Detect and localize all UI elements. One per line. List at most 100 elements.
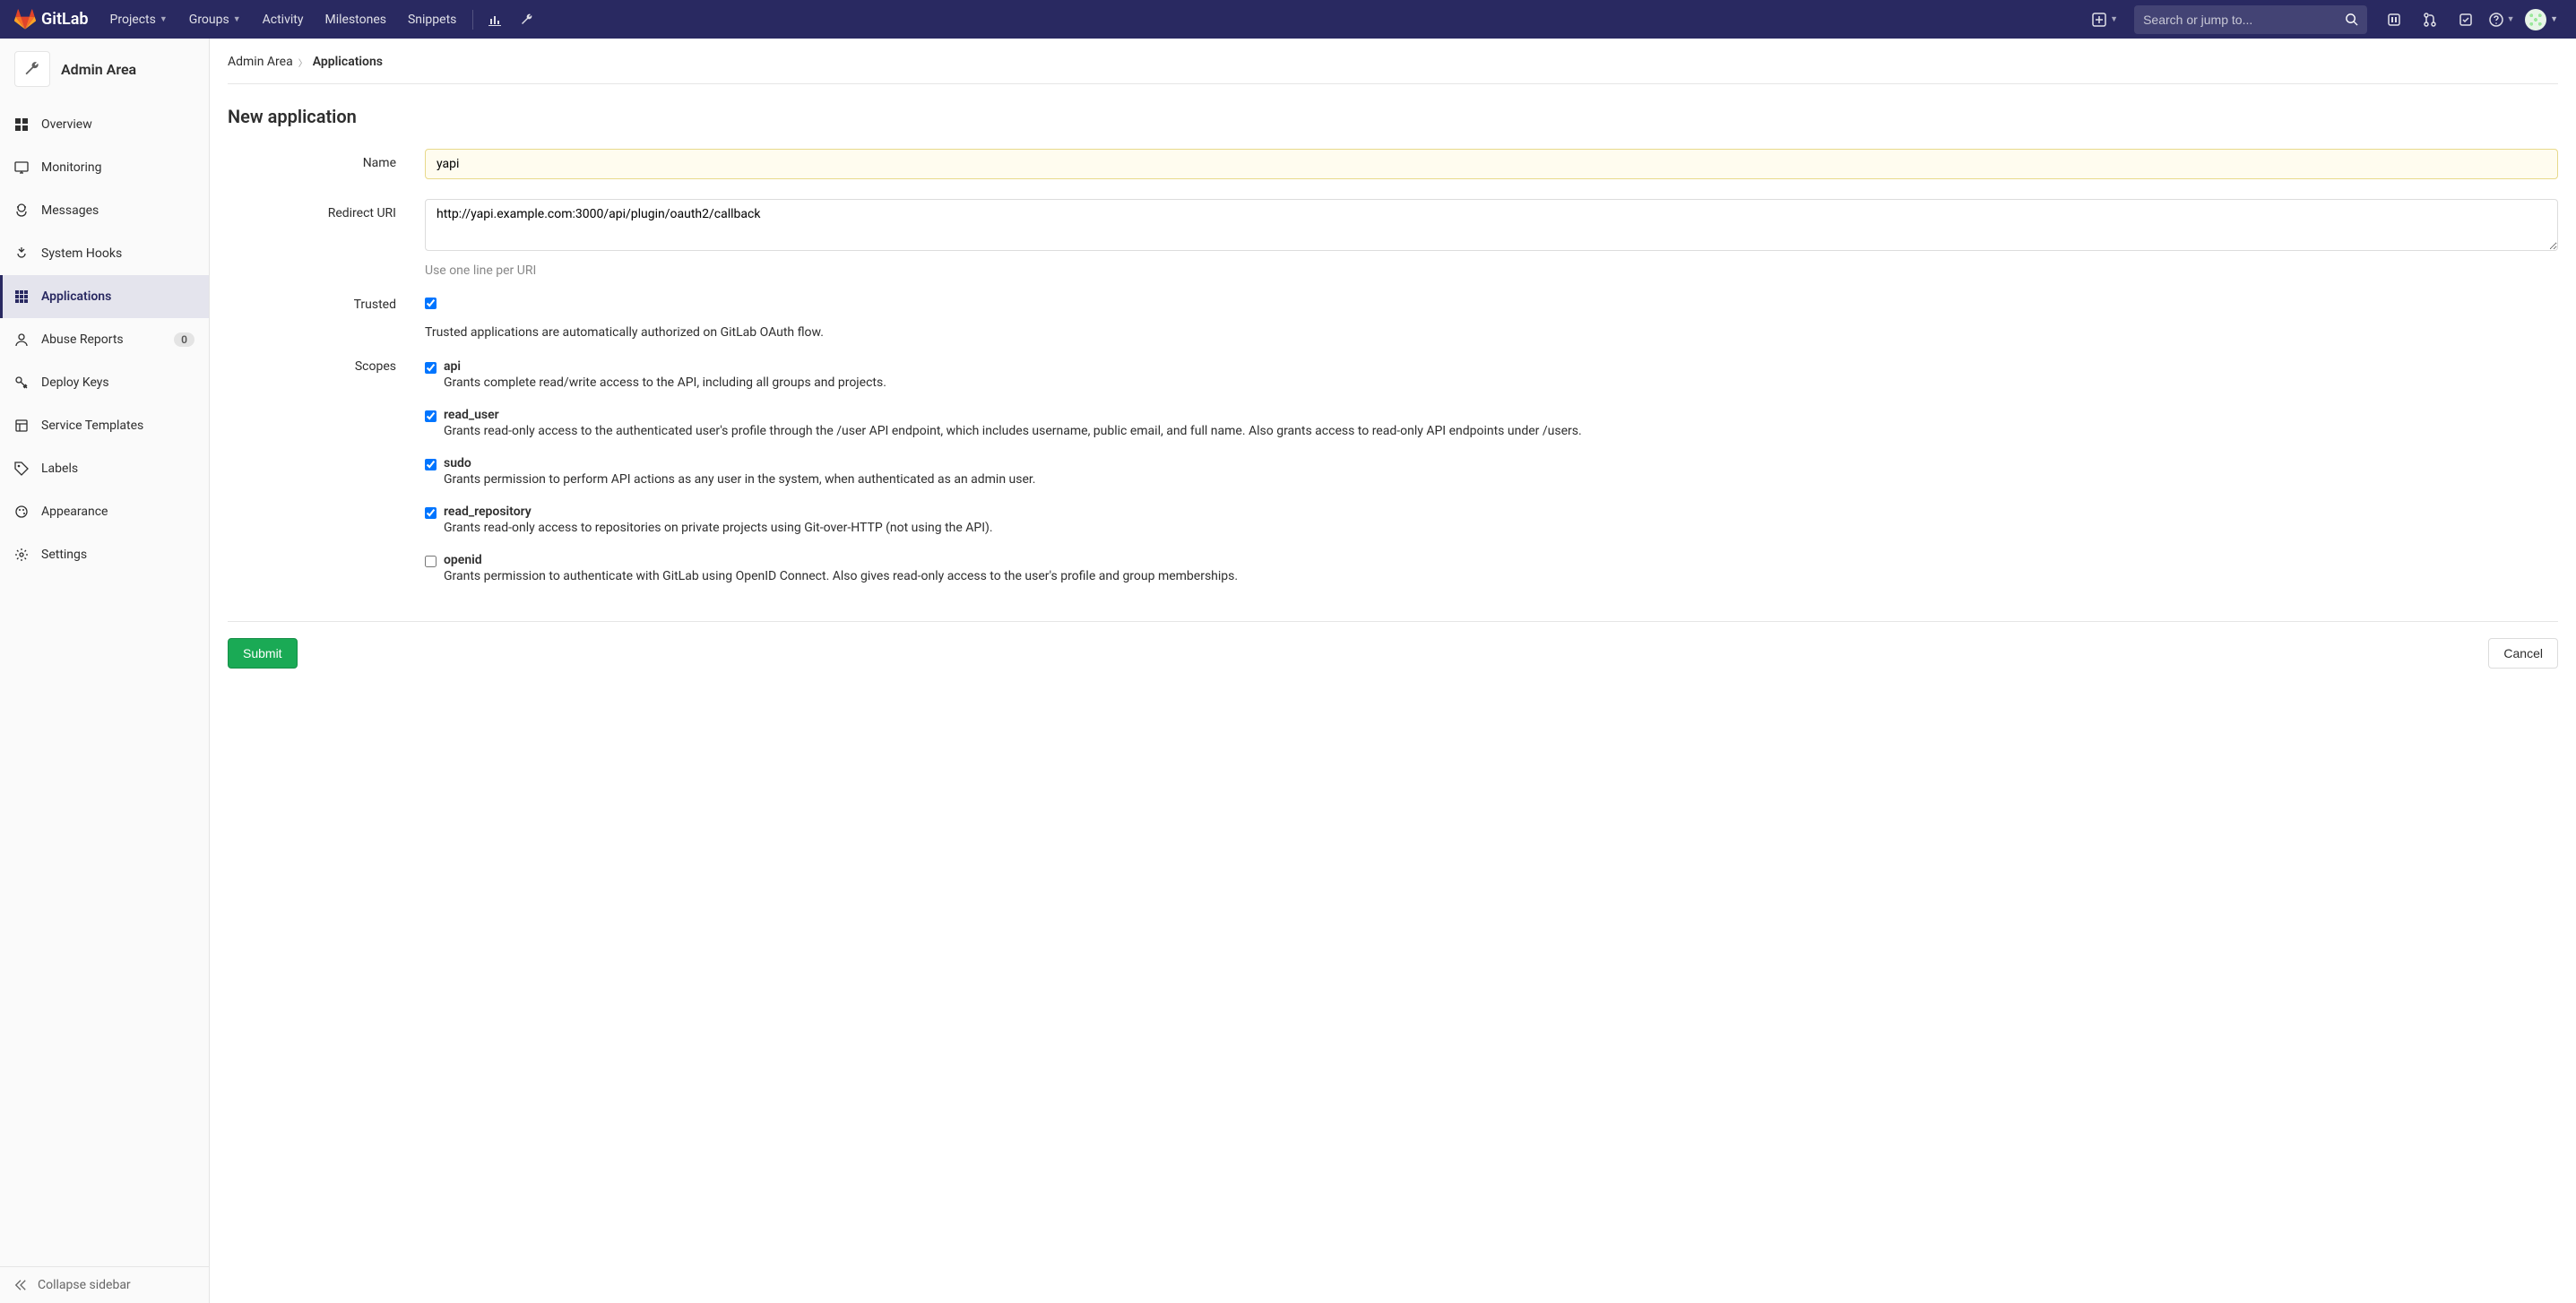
monitoring-icon <box>14 160 29 175</box>
scope-sudo: sudo Grants permission to perform API act… <box>425 456 2558 487</box>
search-box[interactable] <box>2134 5 2367 34</box>
help-button[interactable]: ▼ <box>2485 0 2518 39</box>
redirect-uri-input[interactable]: http://yapi.example.com:3000/api/plugin/… <box>425 199 2558 251</box>
navbar-right: ▼ ▼ ▼ <box>2087 0 2562 39</box>
scope-openid: openid Grants permission to authenticate … <box>425 553 2558 583</box>
sidebar-item-label: Applications <box>41 289 194 304</box>
appearance-icon <box>14 505 29 519</box>
form-row-scopes: Scopes apiGrants complete read/write acc… <box>228 359 2558 601</box>
scope-name: api <box>444 359 886 374</box>
scope-checkbox-api[interactable] <box>425 362 437 374</box>
scope-description: Grants permission to authenticate with G… <box>444 569 1238 583</box>
brand-name: GitLab <box>41 10 89 29</box>
scope-name: read_repository <box>444 505 993 519</box>
chevron-down-icon: ▼ <box>2550 14 2558 24</box>
chevron-down-icon: ▼ <box>2110 14 2118 24</box>
sidebar-item-system-hooks[interactable]: System Hooks <box>0 232 209 275</box>
sidebar-item-abuse-reports[interactable]: Abuse Reports0 <box>0 318 209 361</box>
breadcrumb-current: Applications <box>313 55 383 69</box>
scope-description: Grants read-only access to repositories … <box>444 521 993 535</box>
top-navbar: GitLab Projects▼Groups▼ActivityMilestone… <box>0 0 2576 39</box>
sidebar-item-label: Service Templates <box>41 419 194 433</box>
messages-icon <box>14 203 29 218</box>
sidebar-item-label: Messages <box>41 203 194 218</box>
sidebar-item-service-templates[interactable]: Service Templates <box>0 404 209 447</box>
scope-checkbox-read_user[interactable] <box>425 410 437 422</box>
scope-read_user: read_userGrants read-only access to the … <box>425 408 2558 438</box>
page-title: New application <box>228 106 2558 127</box>
navbar-left: GitLab Projects▼Groups▼ActivityMilestone… <box>14 0 543 39</box>
form-actions: Submit Cancel <box>228 621 2558 669</box>
wrench-icon <box>14 51 50 87</box>
apps-icon <box>14 289 29 304</box>
settings-icon <box>14 548 29 562</box>
nav-divider <box>472 10 473 30</box>
scope-name: sudo <box>444 456 1036 470</box>
sidebar-nav: Overview Monitoring Messages System Hooks Ap… <box>0 99 209 1266</box>
sidebar-header[interactable]: Admin Area <box>0 39 209 99</box>
breadcrumb-root[interactable]: Admin Area <box>228 55 293 69</box>
scopes-label: Scopes <box>228 359 425 601</box>
merge-requests-icon[interactable] <box>2414 0 2446 39</box>
submit-button[interactable]: Submit <box>228 638 298 669</box>
sidebar-item-label: Abuse Reports <box>41 332 174 347</box>
name-input[interactable] <box>425 149 2558 179</box>
redirect-uri-help: Use one line per URI <box>425 263 2558 278</box>
form-row-name: Name <box>228 149 2558 179</box>
user-avatar-menu[interactable]: ▼ <box>2521 9 2562 30</box>
nav-item-milestones[interactable]: Milestones <box>314 0 397 39</box>
search-input[interactable] <box>2143 13 2345 27</box>
hooks-icon <box>14 246 29 261</box>
sidebar-item-deploy-keys[interactable]: Deploy Keys <box>0 361 209 404</box>
scope-read_repository: read_repository Grants read-only access t… <box>425 505 2558 535</box>
sidebar-item-settings[interactable]: Settings <box>0 533 209 576</box>
breadcrumb: Admin Area 〉 Applications <box>228 55 2558 84</box>
chevron-double-left-icon <box>14 1279 27 1291</box>
gitlab-logo-icon <box>14 9 36 30</box>
name-label: Name <box>228 149 425 179</box>
nav-item-activity[interactable]: Activity <box>252 0 315 39</box>
sidebar-item-overview[interactable]: Overview <box>0 103 209 146</box>
sidebar-item-label: Overview <box>41 117 194 132</box>
sidebar-header-label: Admin Area <box>61 61 136 78</box>
sidebar-item-label: Appearance <box>41 505 194 519</box>
issues-shortcut-icon[interactable] <box>2378 0 2410 39</box>
sidebar-item-applications[interactable]: Applications <box>0 275 209 318</box>
create-button[interactable]: ▼ <box>2087 13 2123 27</box>
nav-item-projects[interactable]: Projects▼ <box>99 0 178 39</box>
sidebar-item-monitoring[interactable]: Monitoring <box>0 146 209 189</box>
trusted-checkbox[interactable] <box>425 298 437 309</box>
sidebar-item-label: Monitoring <box>41 160 194 175</box>
nav-item-snippets[interactable]: Snippets <box>397 0 467 39</box>
trusted-help: Trusted applications are automatically a… <box>425 325 2558 340</box>
form-row-trusted: Trusted Trusted applications are automat… <box>228 298 2558 340</box>
sidebar-item-messages[interactable]: Messages <box>0 189 209 232</box>
scope-checkbox-read_repository[interactable] <box>425 507 437 519</box>
admin-wrench-icon[interactable] <box>511 0 543 39</box>
scope-checkbox-sudo[interactable] <box>425 459 437 470</box>
scope-name: read_user <box>444 408 1582 422</box>
cancel-button[interactable]: Cancel <box>2488 638 2558 669</box>
scope-name: openid <box>444 553 1238 567</box>
template-icon <box>14 419 29 433</box>
sidebar-item-appearance[interactable]: Appearance <box>0 490 209 533</box>
collapse-sidebar-button[interactable]: Collapse sidebar <box>0 1266 209 1303</box>
sidebar-item-label: Labels <box>41 462 194 476</box>
overview-icon <box>14 117 29 132</box>
activity-chart-icon[interactable] <box>479 0 511 39</box>
todos-icon[interactable] <box>2450 0 2482 39</box>
main-content: Admin Area 〉 Applications New applicatio… <box>210 39 2576 1303</box>
scope-checkbox-openid[interactable] <box>425 556 437 567</box>
form-row-redirect-uri: Redirect URI http://yapi.example.com:300… <box>228 199 2558 278</box>
collapse-label: Collapse sidebar <box>38 1278 131 1292</box>
abuse-icon <box>14 332 29 347</box>
nav-item-groups[interactable]: Groups▼ <box>178 0 252 39</box>
sidebar-item-label: System Hooks <box>41 246 194 261</box>
layout: Admin Area Overview Monitoring Messages Sys… <box>0 39 2576 1303</box>
nav-items-container: Projects▼Groups▼ActivityMilestonesSnippe… <box>99 0 468 39</box>
chevron-down-icon: ▼ <box>2507 14 2515 24</box>
avatar <box>2525 9 2546 30</box>
sidebar-item-labels[interactable]: Labels <box>0 447 209 490</box>
gitlab-logo[interactable]: GitLab <box>14 9 89 30</box>
scope-description: Grants permission to perform API actions… <box>444 472 1036 487</box>
